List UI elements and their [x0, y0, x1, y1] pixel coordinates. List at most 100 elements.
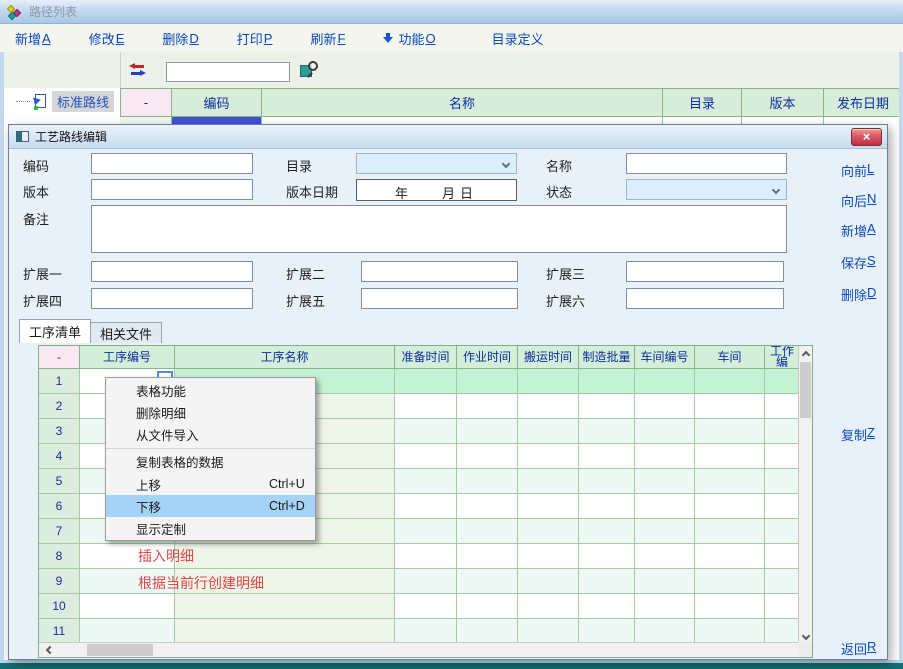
grid-cell[interactable] [765, 444, 800, 469]
side-button[interactable]: 返回 R [841, 639, 876, 658]
horizontal-scroll-thumb[interactable] [87, 644, 153, 656]
grid-cell[interactable] [518, 469, 579, 494]
grid-cell[interactable] [695, 594, 765, 619]
grid-cell[interactable] [457, 419, 518, 444]
grid-cell[interactable] [395, 494, 457, 519]
grid-cell[interactable] [695, 519, 765, 544]
magnifier-icon[interactable] [300, 61, 319, 80]
grid-cell[interactable] [457, 494, 518, 519]
route-list-selected-row[interactable] [120, 117, 903, 124]
grid-cell[interactable] [518, 544, 579, 569]
tab[interactable]: 相关文件 [90, 322, 162, 343]
grid-cell[interactable] [175, 594, 395, 619]
grid-cell[interactable] [635, 494, 695, 519]
grid-cell[interactable] [695, 469, 765, 494]
grid-cell[interactable] [579, 519, 635, 544]
grid-cell[interactable] [457, 394, 518, 419]
menubar-item[interactable]: 删除 D [162, 29, 198, 48]
scroll-left-button[interactable] [41, 643, 57, 657]
grid-cell[interactable] [695, 394, 765, 419]
grid-cell[interactable] [579, 569, 635, 594]
context-menu-item[interactable]: 从文件导入 [106, 423, 315, 445]
grid-header-cell[interactable]: 车间 [695, 346, 765, 369]
tab[interactable]: 工序清单 [19, 319, 91, 343]
context-menu-item[interactable]: 显示定制 [106, 517, 315, 539]
grid-cell[interactable] [395, 619, 457, 644]
grid-cell[interactable] [80, 619, 175, 644]
row-number-cell[interactable]: 3 [39, 419, 80, 444]
context-menu-item[interactable]: 上移 Ctrl+U [106, 473, 315, 495]
row-number-cell[interactable]: 8 [39, 544, 80, 569]
grid-cell[interactable] [765, 394, 800, 419]
row-number-cell[interactable]: 2 [39, 394, 80, 419]
grid-cell[interactable] [457, 619, 518, 644]
grid-cell[interactable] [80, 594, 175, 619]
grid-cell[interactable] [395, 444, 457, 469]
grid-cell[interactable] [695, 419, 765, 444]
side-button[interactable]: 向前 L [841, 161, 874, 180]
grid-cell[interactable] [395, 569, 457, 594]
menubar-item[interactable]: 新增 A [15, 29, 51, 48]
row-number-cell[interactable]: 5 [39, 469, 80, 494]
grid-cell[interactable] [695, 569, 765, 594]
grid-cell[interactable] [765, 569, 800, 594]
grid-header-cell[interactable]: 制造批量 [579, 346, 635, 369]
create-detail-from-row-item[interactable]: 根据当前行创建明细 [138, 573, 264, 593]
grid-cell[interactable] [765, 469, 800, 494]
grid-cell[interactable] [518, 619, 579, 644]
row-number-cell[interactable]: 4 [39, 444, 80, 469]
row-number-cell[interactable]: 10 [39, 594, 80, 619]
grid-header-cell[interactable]: 工序编号 [80, 346, 175, 369]
code-field[interactable] [91, 153, 253, 174]
grid-cell[interactable] [457, 544, 518, 569]
grid-header-cell[interactable]: 搬运时间 [518, 346, 579, 369]
grid-cell[interactable] [695, 544, 765, 569]
row-number-cell[interactable]: 9 [39, 569, 80, 594]
grid-cell[interactable] [395, 594, 457, 619]
grid-cell[interactable] [518, 594, 579, 619]
grid-cell[interactable] [635, 394, 695, 419]
grid-cell[interactable] [518, 369, 579, 394]
route-list-header-cell[interactable]: - [120, 88, 172, 117]
context-menu-item[interactable]: 删除明细 [106, 401, 315, 423]
grid-cell[interactable] [635, 619, 695, 644]
grid-cell[interactable] [175, 619, 395, 644]
side-button[interactable]: 删除 D [841, 285, 876, 304]
grid-cell[interactable] [579, 419, 635, 444]
ext6-field[interactable] [626, 288, 784, 309]
ext1-field[interactable] [91, 261, 253, 282]
grid-cell[interactable] [765, 594, 800, 619]
grid-cell[interactable] [395, 469, 457, 494]
dir-dropdown[interactable] [356, 153, 517, 174]
grid-cell[interactable] [695, 494, 765, 519]
side-button[interactable]: 保存 S [841, 253, 876, 272]
grid-cell[interactable] [457, 569, 518, 594]
grid-cell[interactable] [518, 519, 579, 544]
row-number-cell[interactable]: 7 [39, 519, 80, 544]
menubar-item[interactable]: 目录定义 [492, 29, 545, 48]
grid-header-cell[interactable]: 工序名称 [175, 346, 395, 369]
grid-header-cell[interactable]: 车间编号 [635, 346, 695, 369]
grid-cell[interactable] [695, 619, 765, 644]
grid-cell[interactable] [395, 369, 457, 394]
insert-detail-item[interactable]: 插入明细 [138, 546, 194, 566]
tree-item-standard-route[interactable]: 标准路线 [16, 91, 114, 111]
grid-cell[interactable] [695, 369, 765, 394]
grid-cell[interactable] [635, 519, 695, 544]
grid-cell[interactable] [635, 569, 695, 594]
version-date-field[interactable]: 年 月 日 [356, 179, 517, 201]
context-menu-item[interactable]: 复制表格的数据 [106, 448, 315, 473]
close-button[interactable]: × [851, 128, 882, 146]
grid-cell[interactable] [765, 619, 800, 644]
route-list-header-cell[interactable]: 发布日期 [824, 88, 903, 117]
grid-cell[interactable] [579, 494, 635, 519]
remark-textarea[interactable] [91, 205, 787, 253]
ext2-field[interactable] [361, 261, 518, 282]
grid-cell[interactable] [457, 469, 518, 494]
grid-cell[interactable] [635, 369, 695, 394]
grid-cell[interactable] [175, 544, 395, 569]
grid-header-cell[interactable]: 准备时间 [395, 346, 457, 369]
grid-cell[interactable] [765, 519, 800, 544]
grid-cell[interactable] [579, 619, 635, 644]
context-menu-item[interactable]: 下移 Ctrl+D [106, 495, 315, 517]
